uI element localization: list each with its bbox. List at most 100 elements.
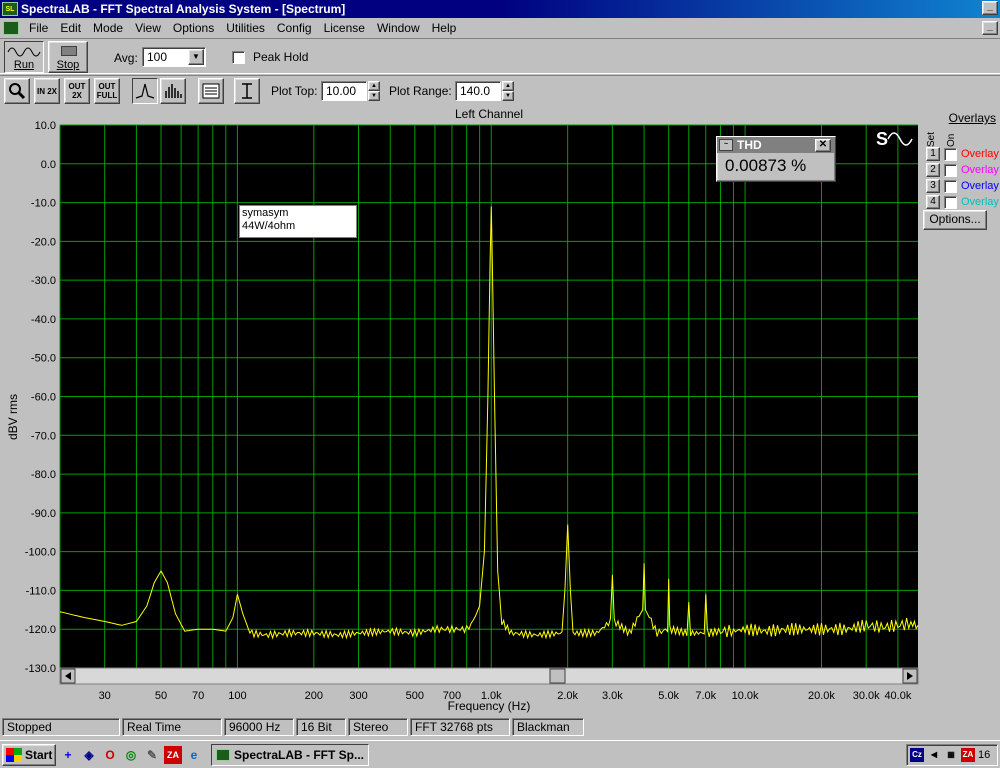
overlay-on-checkbox-4[interactable] [944,195,957,209]
menu-edit[interactable]: Edit [54,21,87,35]
menu-options[interactable]: Options [167,21,220,35]
overlay-set-button-1[interactable]: 1 [926,147,940,161]
app-icon: SL [2,2,18,16]
overlay-row-3: 3 Overlay [926,179,999,193]
menu-view[interactable]: View [129,21,167,35]
plot-top-input[interactable]: 10.00 [321,81,367,101]
window-title: SpectraLAB - FFT Spectral Analysis Syste… [21,2,346,16]
menu-utilities[interactable]: Utilities [220,21,271,35]
spectralab-icon [216,748,230,761]
mdi-minimize-button[interactable]: _ [982,21,998,35]
quicklaunch-ie-icon[interactable]: e [185,746,203,764]
minimize-button[interactable]: _ [982,1,998,15]
spin-down-icon[interactable]: ▼ [502,91,514,101]
overlay-set-button-4[interactable]: 4 [926,195,940,209]
overlay-options-button[interactable]: Options... [923,210,987,230]
overlay-row-4: 4 Overlay [926,195,999,209]
status-state: Stopped [2,718,120,736]
start-button[interactable]: Start [2,743,56,766]
zoom-out-2x-button[interactable]: OUT 2X [64,78,90,104]
quicklaunch-zonealarm-icon[interactable]: ZA [164,745,182,764]
y-tick-label: -50.0 [31,353,56,365]
speaker-icon[interactable]: ◀ [927,748,941,762]
zoom-out-full-button[interactable]: OUT FULL [94,78,120,104]
overlay-column-set: Set [926,131,937,147]
overlays-panel: Overlays Set On 1 Overlay 2 Overlay 3 Ov… [920,105,1000,715]
y-tick-labels: 10.0 0.0 -10.0 -20.0 -30.0 -40.0 -50.0 -60.0 -70… [25,120,56,675]
menu-mode[interactable]: Mode [87,21,129,35]
run-button[interactable]: Run [4,41,44,73]
menu-config[interactable]: Config [271,21,318,35]
overlay-on-checkbox-3[interactable] [944,179,957,193]
zoom-in-label: IN 2X [36,86,57,96]
overlay-label-2: Overlay [961,164,999,176]
chart-annotation[interactable]: symasym 44W/4ohm [239,205,357,238]
close-icon[interactable]: ✕ [815,139,831,152]
quicklaunch-opera-icon[interactable]: O [101,746,119,764]
overlay-label-3: Overlay [961,180,999,192]
overlay-row-2: 2 Overlay [926,163,999,177]
horizontal-scrollbar[interactable] [59,667,919,685]
annotation-line-1: symasym [242,207,289,219]
thd-window[interactable]: ~ THD ✕ 0.00873 % [716,136,836,182]
y-tick-label: -30.0 [31,275,56,287]
zoom-out-label: OUT 2X [68,82,86,100]
status-channels: Stereo [348,718,408,736]
mdi-controls: _ [982,21,998,35]
zoom-in-2x-button[interactable]: IN 2X [34,78,60,104]
avg-label: Avg: [114,51,138,65]
plot-range-spinner[interactable]: ▲ ▼ [502,81,514,101]
y-tick-label: -70.0 [31,430,56,442]
overlay-on-checkbox-1[interactable] [944,147,957,161]
quicklaunch-notepad-icon[interactable]: ✎ [143,746,161,764]
status-mode: Real Time [122,718,222,736]
stop-button-label: Stop [56,59,80,71]
bar-plot-icon[interactable] [160,78,186,104]
peak-hold-checkbox[interactable]: Peak Hold [232,50,308,64]
x-axis-label: Frequency (Hz) [448,699,531,713]
plot-top-spinner[interactable]: ▲ ▼ [368,81,380,101]
plot-range-input[interactable]: 140.0 [455,81,501,101]
y-tick-label: -130.0 [25,663,56,675]
tray-language[interactable]: Cz [910,748,924,762]
menu-help[interactable]: Help [426,21,463,35]
line-plot-icon[interactable] [132,78,158,104]
plot-top-label: Plot Top: [271,84,318,98]
plot-toolbar: IN 2X OUT 2X OUT FULL Plot Top: 10.00 ▲ … [0,75,1000,105]
quicklaunch-network-icon[interactable]: ◈ [80,746,98,764]
windows-logo-icon [6,747,22,762]
taskbar-item-spectralab[interactable]: SpectraLAB - FFT Sp... [211,743,369,766]
quicklaunch-plus-icon[interactable]: + [59,746,77,764]
y-tick-label: 0.0 [41,159,56,171]
spin-down-icon[interactable]: ▼ [368,91,380,101]
spin-up-icon[interactable]: ▲ [368,81,380,91]
vertical-scale-icon[interactable] [234,78,260,104]
overlays-title: Overlays [948,111,996,125]
zoom-full-label: OUT FULL [96,82,118,100]
settings-panel-icon[interactable] [198,78,224,104]
mdi-system-icon[interactable] [3,21,19,35]
x-tick-label: 20.0k [808,690,835,702]
status-bits: 16 Bit [296,718,346,736]
tray-zonealarm[interactable]: ZA [961,748,975,762]
tray-app-icon[interactable]: ▦ [944,748,958,762]
stop-button[interactable]: Stop [48,41,88,73]
overlay-set-button-3[interactable]: 3 [926,179,940,193]
peak-hold-box[interactable] [232,50,245,64]
spin-up-icon[interactable]: ▲ [502,81,514,91]
overlay-set-button-2[interactable]: 2 [926,163,940,177]
chart-title: Left Channel [455,107,523,121]
menu-file[interactable]: File [23,21,54,35]
title-bar: SL SpectraLAB - FFT Spectral Analysis Sy… [0,0,1000,18]
chevron-down-icon[interactable]: ▼ [188,49,204,65]
y-tick-label: -10.0 [31,198,56,210]
menu-license[interactable]: License [318,21,371,35]
y-tick-label: -100.0 [25,547,56,559]
avg-select[interactable]: 100 ▼ [142,47,206,67]
quicklaunch-globe-icon[interactable]: ◎ [122,746,140,764]
y-tick-label: -120.0 [25,624,56,636]
scroll-thumb[interactable] [549,668,566,684]
menu-window[interactable]: Window [371,21,426,35]
overlay-on-checkbox-2[interactable] [944,163,957,177]
magnify-icon[interactable] [4,78,30,104]
